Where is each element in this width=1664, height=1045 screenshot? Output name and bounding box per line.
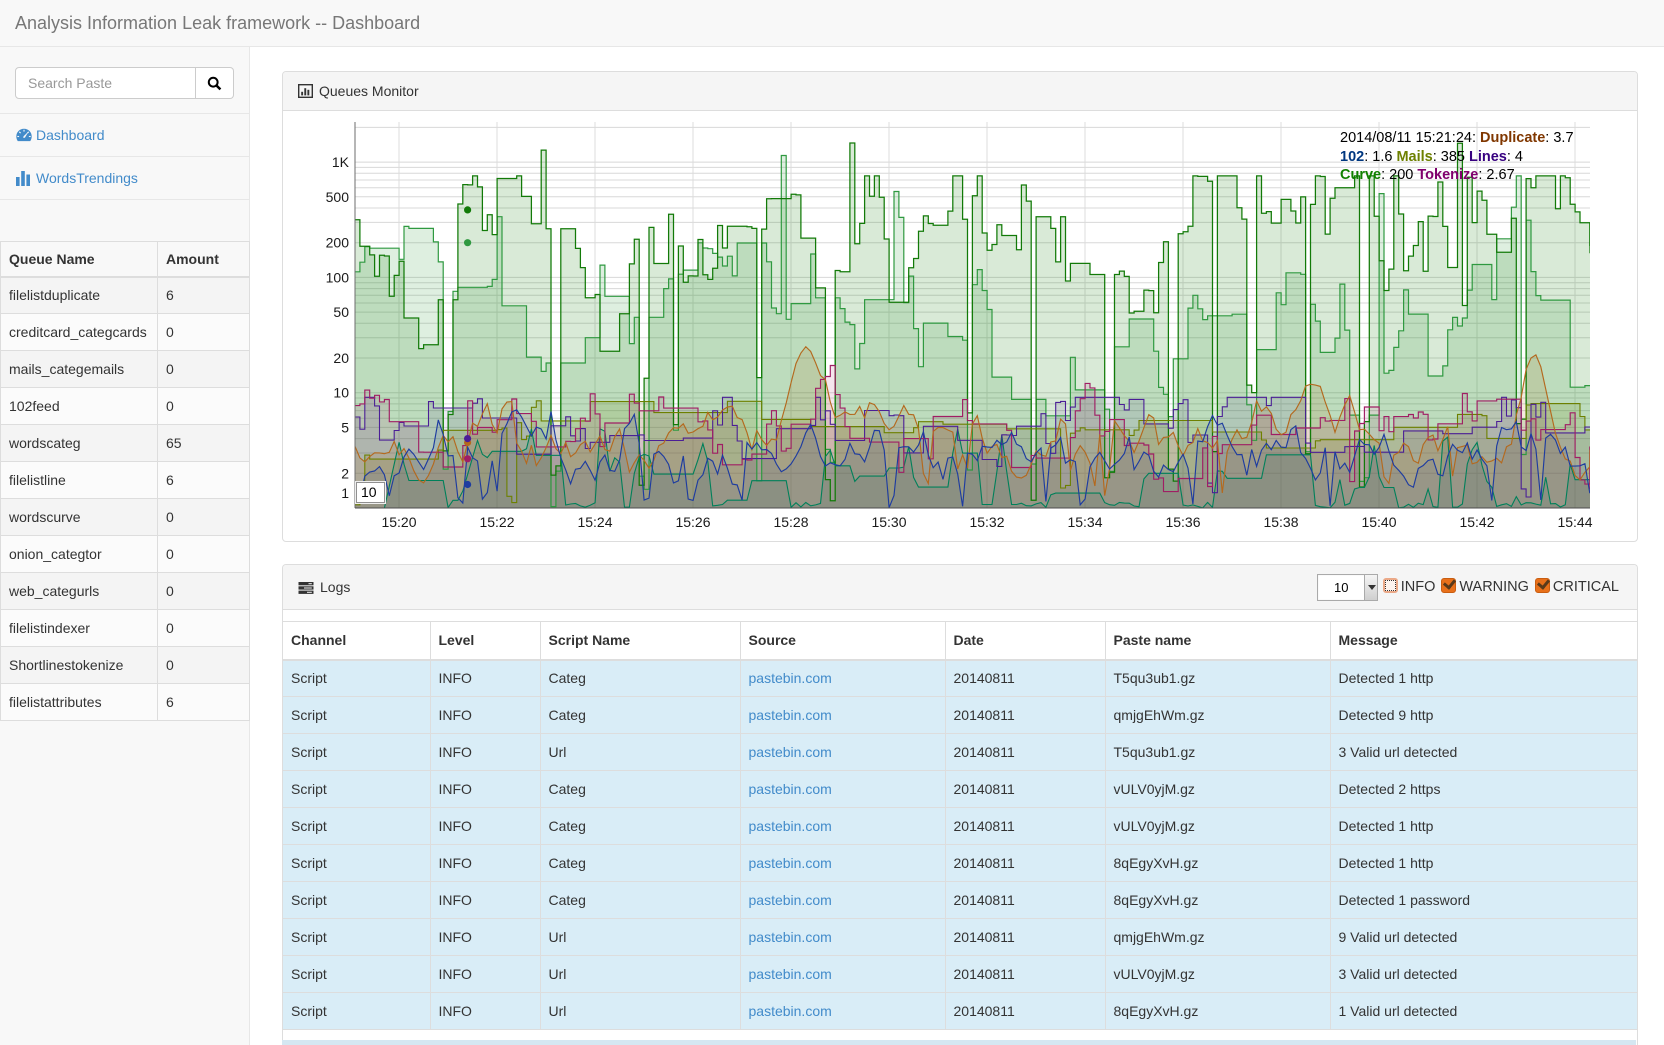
svg-text:20: 20 — [333, 350, 349, 366]
svg-text:15:26: 15:26 — [675, 514, 710, 530]
svg-text:15:30: 15:30 — [871, 514, 906, 530]
svg-text:5: 5 — [341, 419, 349, 435]
svg-text:15:32: 15:32 — [969, 514, 1004, 530]
svg-text:15:28: 15:28 — [773, 514, 808, 530]
svg-text:15:40: 15:40 — [1361, 514, 1396, 530]
svg-text:15:44: 15:44 — [1557, 514, 1592, 530]
svg-text:1: 1 — [341, 485, 349, 501]
svg-text:50: 50 — [333, 304, 349, 320]
svg-text:15:38: 15:38 — [1263, 514, 1298, 530]
svg-text:15:42: 15:42 — [1459, 514, 1494, 530]
svg-text:200: 200 — [326, 235, 350, 251]
svg-text:100: 100 — [326, 269, 350, 285]
svg-text:15:24: 15:24 — [577, 514, 612, 530]
svg-text:15:36: 15:36 — [1165, 514, 1200, 530]
svg-text:2: 2 — [341, 465, 349, 481]
svg-text:500: 500 — [326, 189, 350, 205]
svg-text:15:34: 15:34 — [1067, 514, 1102, 530]
svg-text:15:20: 15:20 — [381, 514, 416, 530]
svg-text:1K: 1K — [332, 154, 350, 170]
svg-text:10: 10 — [333, 385, 349, 401]
svg-text:15:22: 15:22 — [479, 514, 514, 530]
